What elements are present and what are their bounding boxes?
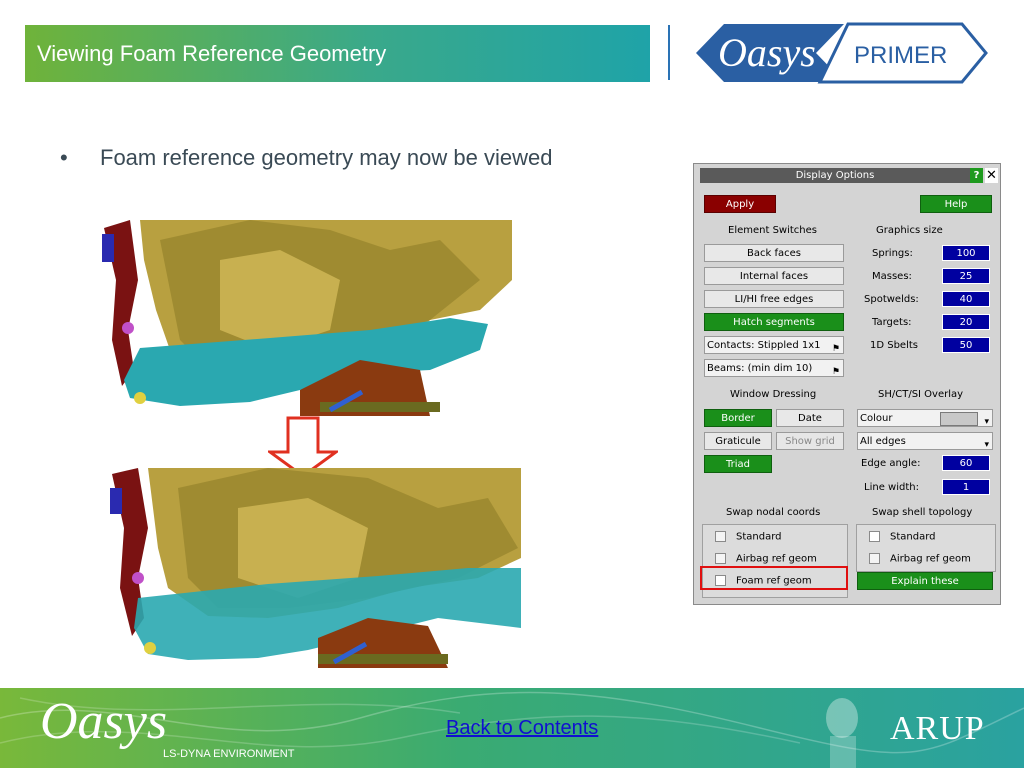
foam-model-after-image	[108, 468, 521, 668]
beams-select-value: Beams: (min dim 10)	[707, 363, 813, 374]
footer-subtitle: LS-DYNA ENVIRONMENT	[163, 748, 295, 760]
sbelts-value[interactable]: 50	[942, 337, 990, 353]
border-button[interactable]: Border	[704, 409, 772, 427]
sbelts-label: 1D Sbelts	[870, 340, 918, 351]
explain-button[interactable]: Explain these	[857, 572, 993, 590]
masses-value[interactable]: 25	[942, 268, 990, 284]
back-faces-button[interactable]: Back faces	[704, 244, 844, 262]
checkbox[interactable]	[869, 553, 880, 564]
free-edges-button[interactable]: LI/HI free edges	[704, 290, 844, 308]
apply-button[interactable]: Apply	[704, 195, 776, 213]
date-button[interactable]: Date	[776, 409, 844, 427]
flag-icon: ⚑	[831, 344, 840, 354]
line-width-value[interactable]: 1	[942, 479, 990, 495]
springs-label: Springs:	[872, 248, 913, 259]
targets-label: Targets:	[872, 317, 912, 328]
nodal-option-airbag[interactable]: Airbag ref geom	[715, 553, 817, 565]
element-switches-heading: Element Switches	[728, 225, 818, 236]
foam-model-before-image	[100, 220, 512, 416]
arup-logo: ARUP	[890, 710, 985, 747]
targets-value[interactable]: 20	[942, 314, 990, 330]
dialog-title: Display Options	[700, 168, 970, 183]
page-title: Viewing Foam Reference Geometry	[37, 41, 387, 66]
title-divider	[668, 25, 670, 80]
masses-label: Masses:	[872, 271, 912, 282]
footer-oasys-logo: Oasys	[40, 693, 168, 750]
title-bar: Viewing Foam Reference Geometry	[25, 25, 650, 82]
shell-option-label: Standard	[890, 531, 936, 543]
footer: Oasys LS-DYNA ENVIRONMENT Back to Conten…	[0, 688, 1024, 768]
spotwelds-value[interactable]: 40	[942, 291, 990, 307]
oasys-primer-logo: Oasys PRIMER	[696, 22, 988, 84]
springs-value[interactable]: 100	[942, 245, 990, 261]
overlay-edges-value: All edges	[860, 436, 906, 447]
triad-button[interactable]: Triad	[704, 455, 772, 473]
checkbox[interactable]	[869, 531, 880, 542]
checkbox[interactable]	[715, 531, 726, 542]
logo-oasys-text: Oasys	[718, 30, 816, 75]
back-to-contents-link[interactable]: Back to Contents	[446, 717, 598, 740]
edge-angle-value[interactable]: 60	[942, 455, 990, 471]
dialog-close-icon[interactable]: ✕	[985, 168, 998, 183]
dialog-help-icon[interactable]: ?	[970, 168, 983, 183]
swap-nodal-heading: Swap nodal coords	[726, 507, 821, 518]
checkbox[interactable]	[715, 553, 726, 564]
show-grid-button[interactable]: Show grid	[776, 432, 844, 450]
contacts-select[interactable]: Contacts: Stippled 1x1 ⚑	[704, 336, 844, 354]
swap-shell-group: Standard Airbag ref geom	[856, 524, 996, 572]
logo-primer-text: PRIMER	[854, 42, 947, 69]
bullet-text: Foam reference geometry may now be viewe…	[100, 145, 553, 170]
shell-option-standard[interactable]: Standard	[869, 531, 936, 543]
nodal-option-label: Airbag ref geom	[736, 553, 817, 565]
nodal-option-label: Standard	[736, 531, 782, 543]
overlay-edges-select[interactable]: All edges ▾	[857, 432, 993, 450]
spotwelds-label: Spotwelds:	[864, 294, 919, 305]
window-dressing-heading: Window Dressing	[730, 389, 817, 400]
contacts-select-value: Contacts: Stippled 1x1	[707, 340, 821, 351]
overlay-colour-label: Colour	[860, 413, 893, 424]
shell-option-label: Airbag ref geom	[890, 553, 971, 565]
chevron-down-icon: ▾	[984, 440, 989, 450]
colour-swatch	[940, 412, 978, 426]
internal-faces-button[interactable]: Internal faces	[704, 267, 844, 285]
edge-angle-label: Edge angle:	[861, 458, 921, 469]
graphics-size-heading: Graphics size	[876, 225, 943, 236]
foam-ref-highlight	[700, 566, 848, 590]
flag-icon: ⚑	[831, 367, 840, 377]
hatch-segments-button[interactable]: Hatch segments	[704, 313, 844, 331]
line-width-label: Line width:	[864, 482, 919, 493]
overlay-colour-select[interactable]: Colour ▾	[857, 409, 993, 427]
bullet-dot: •	[60, 145, 68, 170]
beams-select[interactable]: Beams: (min dim 10) ⚑	[704, 359, 844, 377]
chevron-down-icon: ▾	[984, 417, 989, 427]
overlay-heading: SH/CT/SI Overlay	[878, 389, 964, 400]
shell-option-airbag[interactable]: Airbag ref geom	[869, 553, 971, 565]
help-button[interactable]: Help	[920, 195, 992, 213]
graticule-button[interactable]: Graticule	[704, 432, 772, 450]
nodal-option-standard[interactable]: Standard	[715, 531, 782, 543]
swap-shell-heading: Swap shell topology	[872, 507, 973, 518]
display-options-dialog: Display Options ? ✕ Apply Help Element S…	[693, 163, 1001, 605]
